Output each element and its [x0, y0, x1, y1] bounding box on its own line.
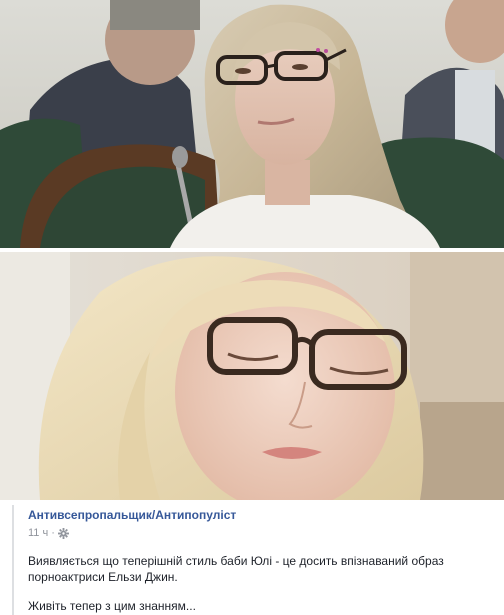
meta-separator: ·	[51, 527, 55, 539]
post-photo-top[interactable]	[0, 0, 504, 248]
post-photo-bottom[interactable]	[0, 252, 504, 500]
photo-bottom-illustration	[0, 252, 504, 500]
gear-icon[interactable]	[57, 527, 69, 539]
post-meta: 11 ч ·	[28, 527, 69, 539]
facebook-post: Антивсепропальщик/Антипопуліст 11 ч · Ви…	[0, 0, 504, 615]
author-link[interactable]: Антивсепропальщик/Антипопуліст	[28, 508, 236, 522]
post-text-paragraph-2: Живіть тепер з цим знанням...	[28, 599, 196, 613]
post-body: Антивсепропальщик/Антипопуліст 11 ч · Ви…	[12, 505, 492, 615]
post-timestamp[interactable]: 11 ч	[28, 527, 48, 539]
photo-top-illustration	[0, 0, 504, 248]
post-text-paragraph-1: Виявляється що теперішній стиль баби Юлі…	[28, 554, 444, 584]
